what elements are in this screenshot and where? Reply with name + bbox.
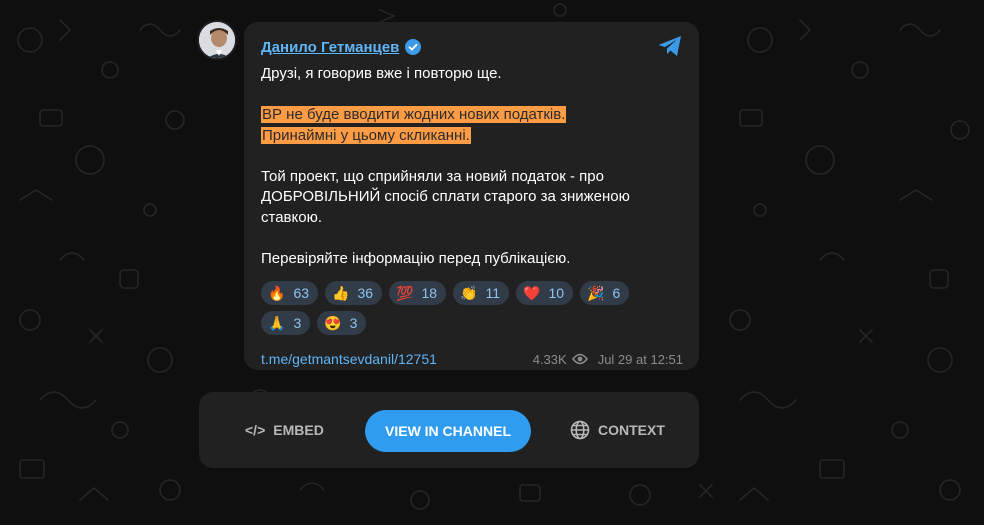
eye-icon	[571, 353, 588, 365]
reaction-hundred[interactable]: 💯 18	[389, 281, 447, 305]
context-button[interactable]: CONTEXT	[570, 420, 665, 440]
view-in-channel-button[interactable]: VIEW IN CHANNEL	[365, 410, 531, 452]
reaction-pray[interactable]: 🙏 3	[261, 311, 311, 335]
reaction-fire[interactable]: 🔥 63	[261, 281, 319, 305]
globe-icon	[570, 420, 590, 440]
telegram-icon[interactable]	[657, 34, 683, 58]
post-date: Jul 29 at 12:51	[597, 351, 683, 367]
message-highlight-2: Принаймні у цьому скликанні.	[261, 126, 471, 144]
post-card: Данило Гетманцев Друзі, я говорив вже і …	[244, 22, 699, 370]
reactions-bar: 🔥 63 👍 36 💯 18 👏 11 ❤️ 10 🎉 6 🙏 3 😍 3	[261, 281, 671, 335]
reaction-thumbs-up[interactable]: 👍 36	[325, 281, 383, 305]
verified-icon	[405, 39, 422, 55]
view-count: 4.33K	[532, 351, 567, 367]
message-para2-line2: ДОБРОВІЛЬНИЙ спосіб сплати старого за зн…	[261, 188, 630, 205]
reaction-party[interactable]: 🎉 6	[580, 281, 630, 305]
author-row: Данило Гетманцев	[261, 36, 683, 58]
reaction-heart[interactable]: ❤️ 10	[516, 281, 574, 305]
author-name-link[interactable]: Данило Гетманцев	[261, 39, 399, 56]
reaction-clap[interactable]: 👏 11	[453, 281, 510, 305]
message-para2-line3: ставкою.	[261, 208, 323, 226]
message-highlight-1: ВР не буде вводити жодних нових податків…	[261, 106, 567, 123]
embed-label: EMBED	[273, 422, 324, 438]
embed-code-icon: </>	[245, 422, 266, 438]
context-label: CONTEXT	[598, 422, 665, 438]
message-text: Друзі, я говорив вже і повторю ще. ВР не…	[261, 64, 683, 269]
message-para2-line1: Той проект, що сприйняли за новий подато…	[261, 167, 604, 185]
message-intro: Друзі, я говорив вже і повторю ще.	[261, 65, 502, 82]
author-avatar[interactable]	[197, 20, 237, 60]
reaction-heart-eyes[interactable]: 😍 3	[317, 311, 367, 335]
post-meta: 4.33K Jul 29 at 12:51	[533, 352, 683, 367]
post-footer: t.me/getmantsevdanil/12751 4.33K Jul 29 …	[261, 351, 683, 367]
post-permalink[interactable]: t.me/getmantsevdanil/12751	[261, 351, 437, 367]
message-closing: Перевіряйте інформацію перед публікацією…	[261, 249, 571, 267]
embed-button[interactable]: </> EMBED	[245, 422, 324, 438]
actions-bar: </> EMBED VIEW IN CHANNEL CONTEXT	[199, 392, 699, 468]
